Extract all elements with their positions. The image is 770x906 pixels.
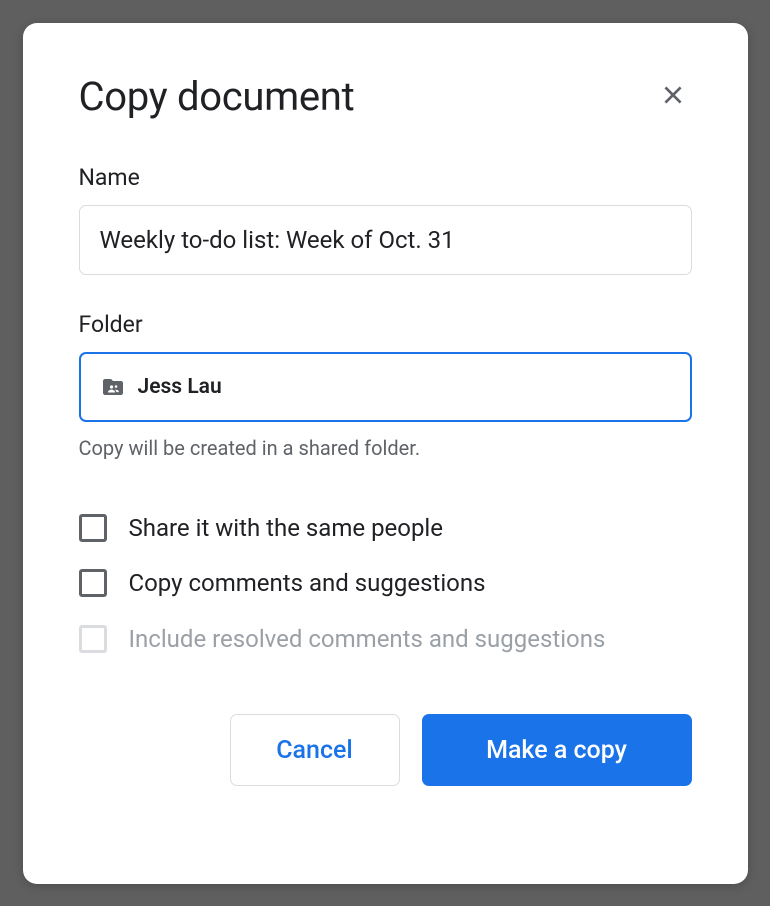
dialog-header: Copy document bbox=[79, 73, 692, 120]
copy-comments-checkbox[interactable]: Copy comments and suggestions bbox=[79, 567, 692, 601]
share-same-people-checkbox[interactable]: Share it with the same people bbox=[79, 512, 692, 546]
dialog-buttons: Cancel Make a copy bbox=[79, 714, 692, 786]
shared-folder-icon bbox=[101, 375, 125, 399]
folder-field-group: Folder Jess Lau Copy will be created in … bbox=[79, 311, 692, 460]
name-input[interactable] bbox=[79, 205, 692, 275]
include-resolved-checkbox: Include resolved comments and suggestion… bbox=[79, 623, 692, 657]
folder-name: Jess Lau bbox=[138, 375, 222, 399]
close-button[interactable] bbox=[654, 76, 692, 117]
checkbox-box bbox=[79, 625, 107, 653]
make-a-copy-button[interactable]: Make a copy bbox=[422, 714, 692, 786]
folder-label: Folder bbox=[79, 311, 692, 338]
copy-document-dialog: Copy document Name Folder bbox=[23, 23, 748, 884]
checkbox-group: Share it with the same people Copy comme… bbox=[79, 512, 692, 657]
checkbox-label: Include resolved comments and suggestion… bbox=[129, 623, 606, 657]
dialog-title: Copy document bbox=[79, 73, 355, 120]
cancel-button[interactable]: Cancel bbox=[230, 714, 400, 786]
folder-helper-text: Copy will be created in a shared folder. bbox=[79, 436, 692, 460]
name-field-group: Name bbox=[79, 164, 692, 275]
checkbox-label: Copy comments and suggestions bbox=[129, 567, 486, 601]
name-label: Name bbox=[79, 164, 692, 191]
close-icon bbox=[660, 82, 686, 111]
checkbox-box bbox=[79, 514, 107, 542]
folder-select[interactable]: Jess Lau bbox=[79, 352, 692, 422]
checkbox-box bbox=[79, 569, 107, 597]
checkbox-label: Share it with the same people bbox=[129, 512, 444, 546]
